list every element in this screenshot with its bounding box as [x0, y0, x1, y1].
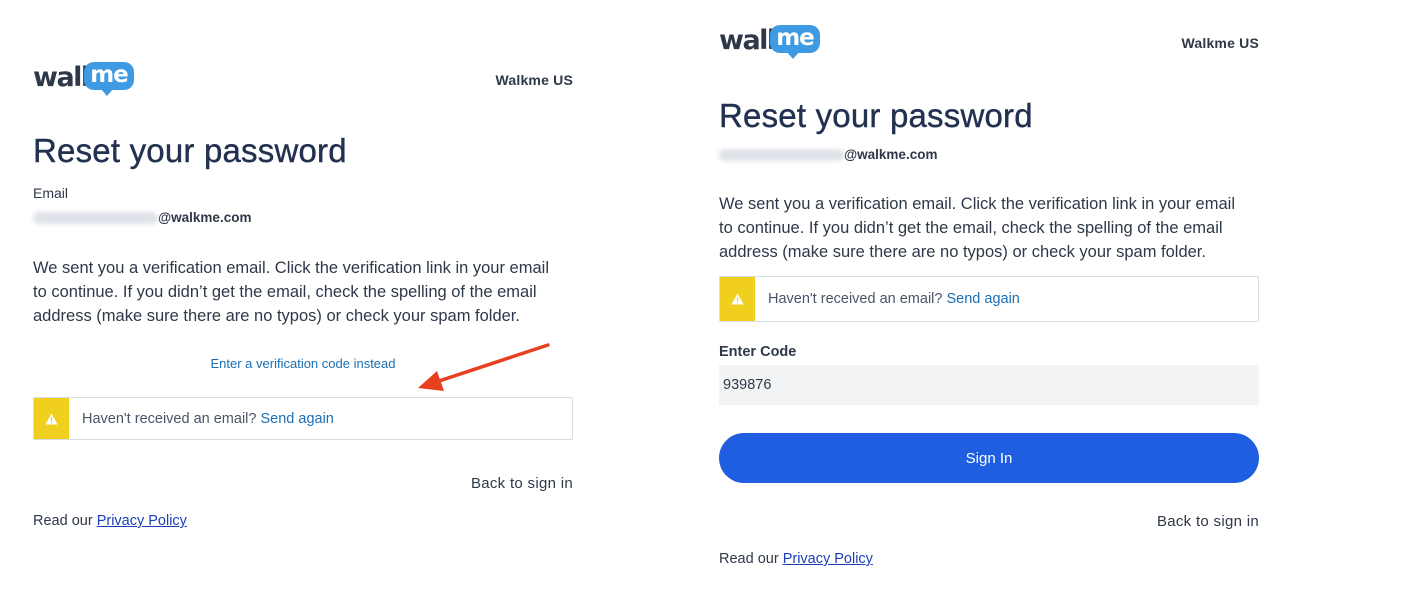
alert-message: Haven't received an email?	[768, 291, 943, 307]
redacted-email-user	[719, 148, 844, 161]
email-domain: @walkme.com	[158, 210, 252, 225]
logo-me-bubble: me	[770, 25, 820, 53]
region-label: Walkme US	[1181, 35, 1259, 51]
privacy-policy-link[interactable]: Privacy Policy	[783, 551, 873, 567]
privacy-prefix: Read our	[719, 551, 779, 567]
header: walk me Walkme US	[33, 62, 573, 98]
alert-text: Haven't received an email? Send again	[82, 411, 334, 427]
warning-icon	[45, 413, 58, 424]
email-domain: @walkme.com	[844, 147, 938, 162]
region-label: Walkme US	[495, 72, 573, 88]
redacted-email-user	[33, 211, 158, 224]
logo-bubble-tail	[786, 51, 800, 59]
send-again-link[interactable]: Send again	[260, 411, 333, 427]
header: walk me Walkme US	[719, 25, 1259, 61]
page-title: Reset your password	[33, 132, 347, 169]
warning-icon	[731, 293, 744, 305]
enter-code-label: Enter Code	[719, 344, 797, 360]
verification-message: We sent you a verification email. Click …	[719, 195, 1235, 261]
reset-password-panel-left: walk me Walkme US Reset your password Em…	[33, 62, 573, 529]
logo-me-bubble: me	[84, 62, 134, 90]
alert-message: Haven't received an email?	[82, 410, 257, 427]
warning-icon-box	[720, 277, 755, 321]
reset-password-panel-right: walk me Walkme US Reset your password @w…	[719, 25, 1259, 567]
privacy-line: Read our Privacy Policy	[719, 551, 1259, 567]
page-title: Reset your password	[719, 97, 1033, 134]
privacy-policy-link[interactable]: Privacy Policy	[97, 513, 187, 529]
walkme-logo: walk me	[33, 62, 135, 98]
privacy-line: Read our Privacy Policy	[33, 513, 573, 529]
verification-message: We sent you a verification email. Click …	[33, 259, 549, 325]
verification-code-input[interactable]	[719, 365, 1259, 405]
sign-in-button[interactable]: Sign In	[719, 433, 1259, 483]
email-label: Email	[33, 185, 69, 201]
back-to-sign-in-link[interactable]: Back to sign in	[33, 475, 573, 492]
privacy-prefix: Read our	[33, 513, 93, 529]
resend-alert: Haven't received an email? Send again	[719, 276, 1259, 322]
email-address: @walkme.com	[719, 147, 1259, 162]
send-again-link[interactable]: Send again	[946, 291, 1019, 307]
walkme-logo: walk me	[719, 25, 821, 61]
warning-icon-box	[34, 398, 69, 439]
logo-bubble-tail	[100, 88, 114, 96]
resend-alert: Haven't received an email? Send again	[33, 397, 573, 440]
email-address: @walkme.com	[33, 210, 573, 225]
enter-code-link[interactable]: Enter a verification code instead	[33, 356, 573, 371]
back-to-sign-in-link[interactable]: Back to sign in	[719, 513, 1259, 530]
alert-text: Haven't received an email? Send again	[768, 291, 1020, 307]
